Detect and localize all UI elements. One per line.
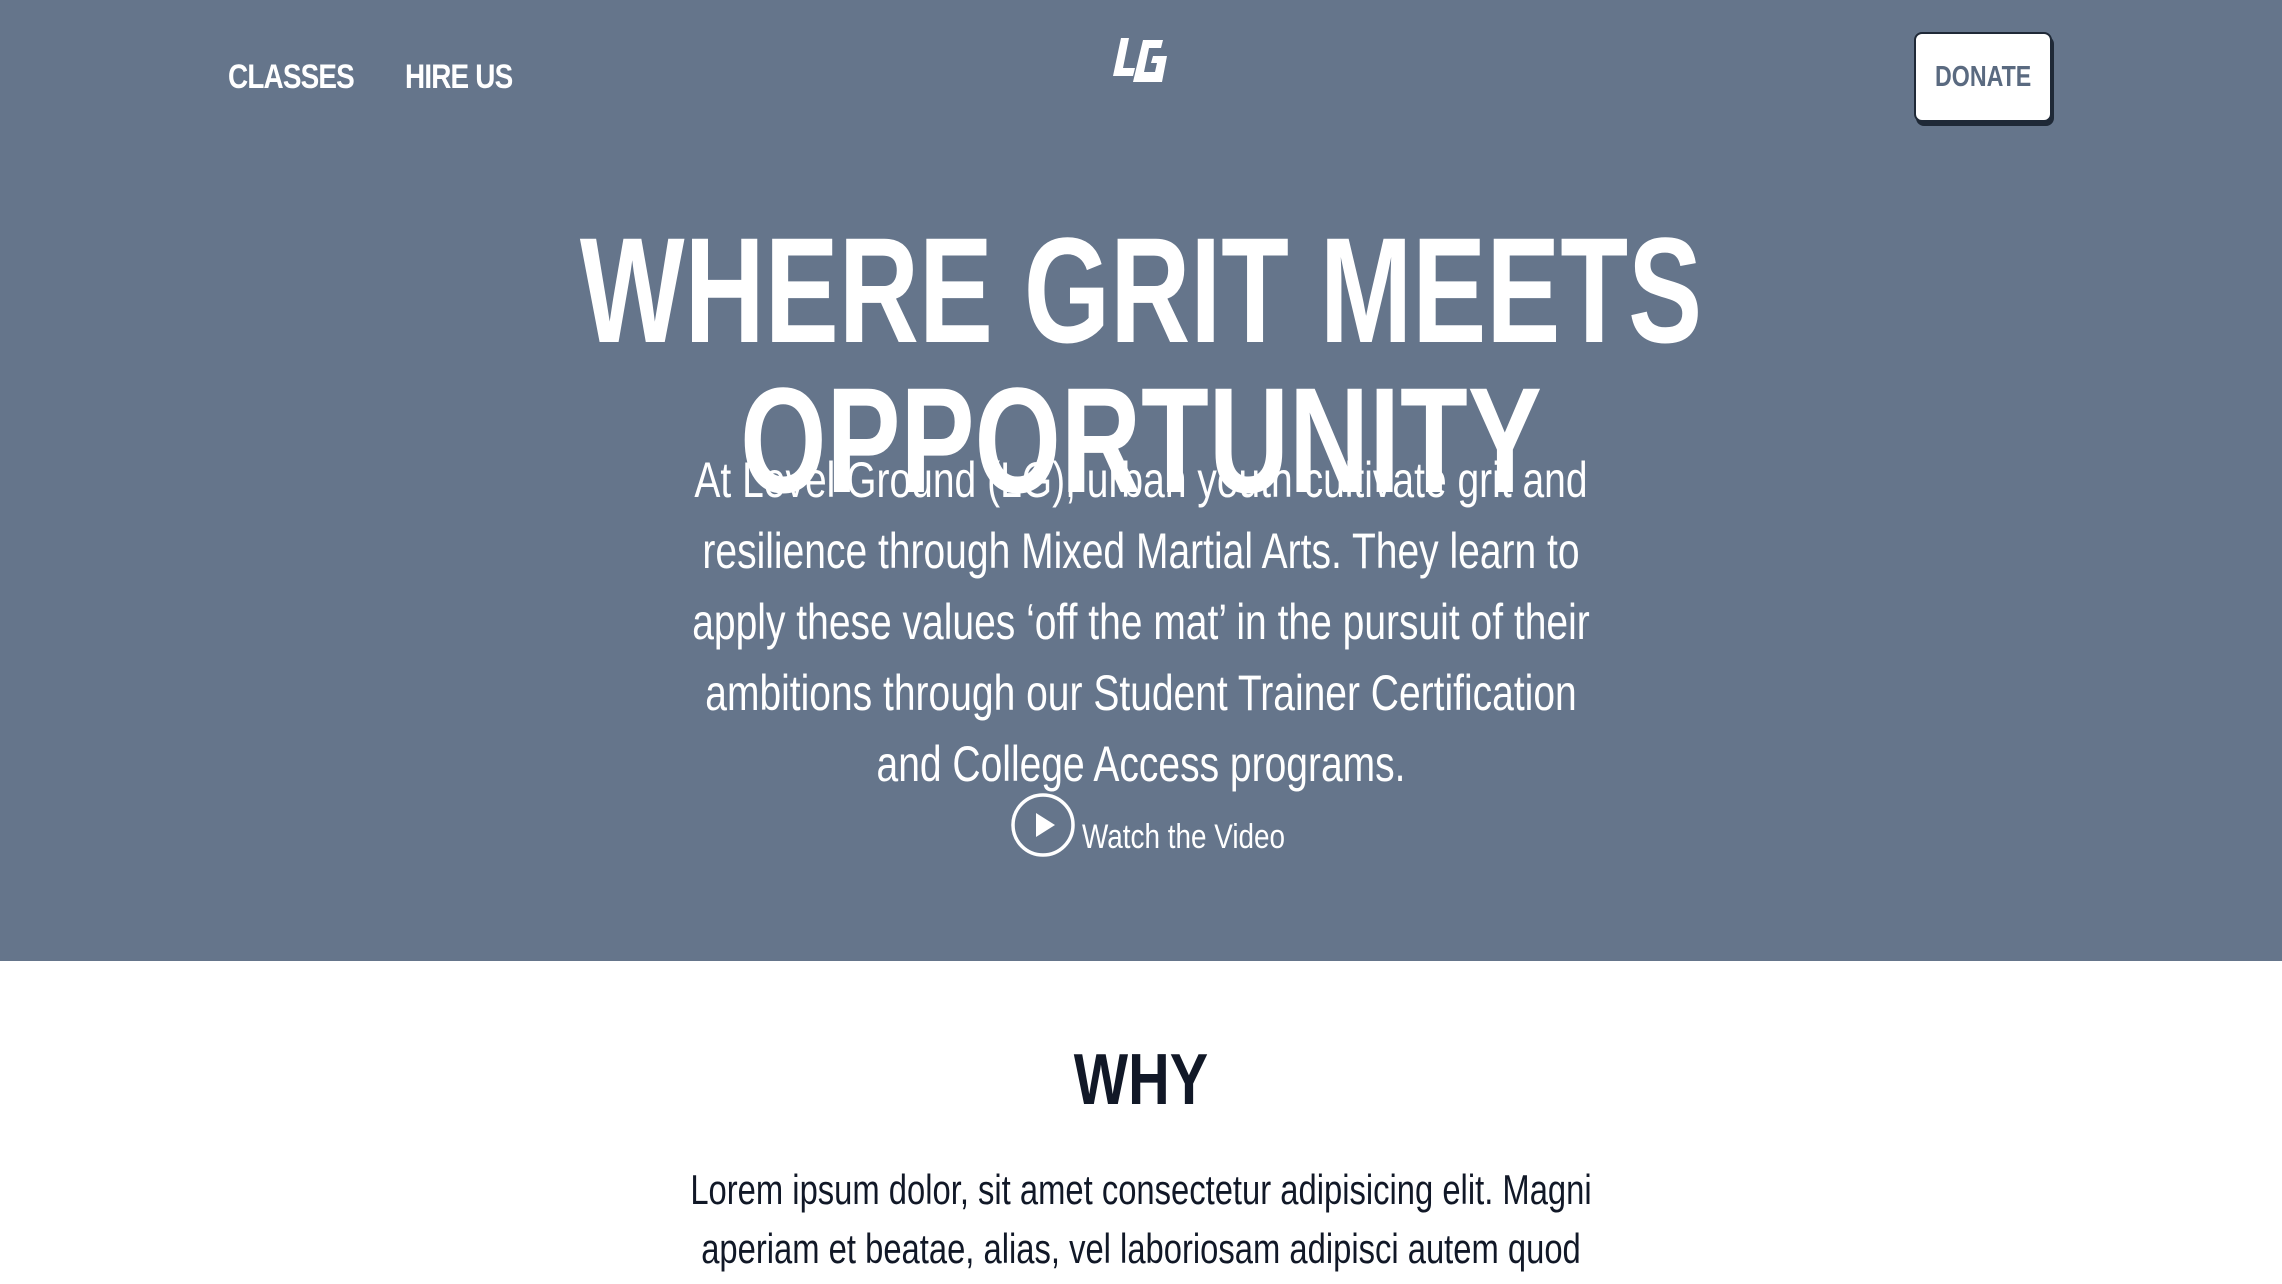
watch-video-link[interactable]: Watch the Video bbox=[1010, 790, 1330, 860]
why-heading: WHY bbox=[1073, 1040, 1209, 1120]
donate-label: DONATE bbox=[1934, 60, 2032, 93]
nav-link-hire-us[interactable]: HIRE US bbox=[405, 58, 513, 97]
lg-logo[interactable]: LG bbox=[1111, 34, 1169, 88]
watch-video-label: Watch the Video bbox=[1082, 817, 1286, 856]
hero-section: CLASSES HIRE US LG DONATE WHERE GRIT MEE… bbox=[0, 0, 2282, 961]
why-body-text: Lorem ipsum dolor, sit amet consectetur … bbox=[690, 1166, 1592, 1272]
play-circle-icon bbox=[1011, 793, 1075, 857]
nav-link-classes[interactable]: CLASSES bbox=[228, 58, 355, 97]
donate-button[interactable]: DONATE bbox=[1914, 32, 2052, 122]
hero-intro-text: At Level Ground (LG), urban youth cultiv… bbox=[692, 452, 1590, 792]
